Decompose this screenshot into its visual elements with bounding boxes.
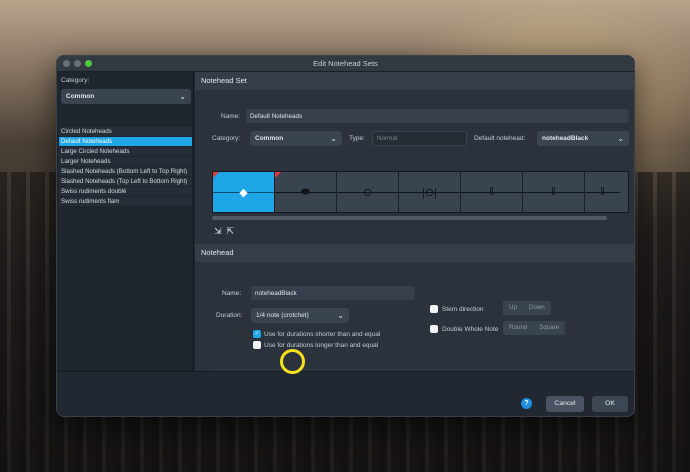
ok-button[interactable]: OK	[592, 396, 628, 412]
notehead-name-label: Name:	[222, 290, 242, 297]
type-field[interactable]: Normal	[372, 131, 467, 146]
category-select-value: Common	[66, 93, 95, 100]
glyph-cell[interactable]: ◆	[213, 172, 275, 212]
notehead-header: Notehead	[195, 244, 634, 262]
glyph: ‖	[551, 186, 556, 198]
glyph: ‖	[489, 186, 494, 198]
chevron-down-icon: ⌄	[330, 134, 337, 143]
list-item[interactable]: Larger Noteheads	[59, 157, 192, 167]
stem-direction-checkbox[interactable]	[430, 305, 438, 313]
glyph: ‖	[600, 186, 605, 198]
glyph: ⬬	[300, 185, 311, 198]
set-toolbar: ⇲ ⇱	[214, 226, 234, 236]
double-whole-label: Double Whole Note	[442, 326, 499, 333]
glyph-cell[interactable]: ‖	[585, 172, 620, 212]
chevron-down-icon: ⌄	[617, 134, 624, 143]
stem-down-button[interactable]: Down	[523, 301, 551, 315]
set-name-label: Name:	[221, 113, 241, 120]
glyph: ⊖	[362, 186, 373, 199]
double-whole-segmented: Round Square	[503, 321, 566, 335]
set-category-label: Category:	[212, 135, 241, 142]
default-notehead-select[interactable]: noteheadBlack ⌄	[537, 131, 629, 146]
notehead-glyph-strip: ◆ ⬬ ⊖ |⊖| ‖ ‖ ‖	[212, 171, 629, 213]
duration-value: 1/4 note (crotchet)	[256, 312, 309, 319]
cancel-button[interactable]: Cancel	[546, 396, 584, 412]
category-select[interactable]: Common ⌄	[61, 89, 191, 104]
glyph-cell[interactable]: ⬬	[275, 172, 337, 212]
glyph: |⊖|	[422, 186, 437, 199]
round-button[interactable]: Round	[503, 321, 533, 335]
set-category-value: Common	[255, 135, 284, 142]
list-item[interactable]: Swiss rudiments flam	[59, 197, 192, 207]
duration-select[interactable]: 1/4 note (crotchet) ⌄	[251, 308, 349, 323]
chevron-down-icon: ⌄	[337, 311, 344, 320]
list-item[interactable]: Default Noteheads	[59, 137, 192, 147]
stem-up-button[interactable]: Up	[503, 301, 523, 315]
title-bar: Edit Notehead Sets	[57, 56, 634, 72]
highlight-circle	[280, 349, 305, 374]
list-item[interactable]: Slashed Noteheads (Bottom Left to Top Ri…	[59, 167, 192, 177]
list-item[interactable]: Circled Noteheads	[59, 127, 192, 137]
list-item[interactable]: Large Circled Noteheads	[59, 147, 192, 157]
list-item[interactable]: Slashed Noteheads (Top Left to Bottom Ri…	[59, 177, 192, 187]
glyph-cell[interactable]: ‖	[523, 172, 585, 212]
stem-direction-segmented: Up Down	[503, 301, 551, 315]
selected-marker	[213, 172, 219, 178]
glyph: ◆	[239, 186, 248, 199]
glyph-cell[interactable]: ⊖	[337, 172, 399, 212]
window-title: Edit Notehead Sets	[313, 59, 378, 68]
set-category-select[interactable]: Common ⌄	[250, 131, 342, 146]
notehead-set-list: Circled Noteheads Default Noteheads Larg…	[59, 127, 192, 207]
double-whole-checkbox[interactable]	[430, 325, 438, 333]
import-icon[interactable]: ⇲	[214, 226, 222, 236]
marker	[275, 172, 281, 178]
longer-checkbox[interactable]	[253, 341, 261, 349]
notehead-set-header: Notehead Set	[195, 72, 634, 90]
duration-label: Duration:	[216, 312, 243, 319]
dialog-footer: ? Cancel OK	[57, 371, 634, 416]
list-item[interactable]: Swiss rudiments doublé	[59, 187, 192, 197]
left-panel: Category: Common ⌄ Circled Noteheads Def…	[57, 72, 194, 385]
glyph-cell[interactable]: ‖	[461, 172, 523, 212]
notehead-name-field[interactable]: noteheadBlack	[251, 286, 415, 300]
type-label: Type:	[349, 135, 365, 142]
shorter-label: Use for durations shorter than and equal	[264, 331, 381, 338]
square-button[interactable]: Square	[533, 321, 565, 335]
edit-notehead-sets-dialog: Edit Notehead Sets Category: Common ⌄ Ci…	[56, 55, 635, 417]
chevron-down-icon: ⌄	[179, 92, 186, 101]
help-button[interactable]: ?	[521, 398, 532, 409]
shorter-checkbox[interactable]: ✓	[253, 330, 261, 338]
longer-label: Use for durations longer than and equal	[264, 342, 379, 349]
glyph-cell[interactable]: |⊖|	[399, 172, 461, 212]
stem-direction-label: Stem direction	[442, 306, 484, 313]
default-notehead-value: noteheadBlack	[542, 135, 589, 142]
right-panel: Notehead Set Name: Default Noteheads Cat…	[195, 72, 634, 383]
category-label: Category:	[61, 77, 90, 84]
glyph-strip-scrollbar[interactable]	[212, 216, 607, 220]
set-name-field[interactable]: Default Noteheads	[246, 109, 629, 123]
default-notehead-label: Default notehead:	[474, 135, 526, 142]
export-icon[interactable]: ⇱	[227, 226, 235, 236]
